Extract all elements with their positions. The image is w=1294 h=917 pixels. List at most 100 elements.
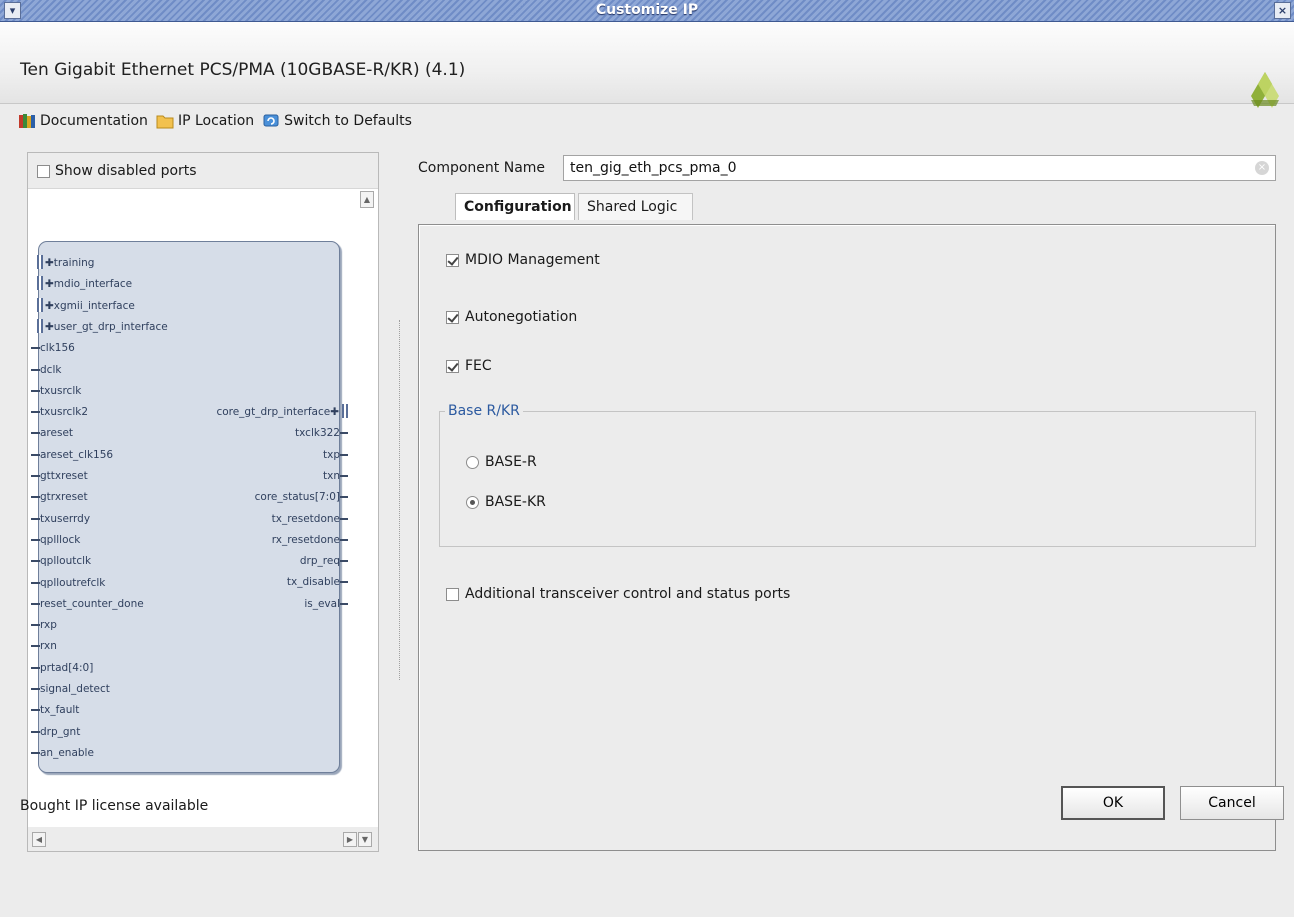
documentation-button[interactable]: Documentation: [18, 113, 148, 129]
panel-splitter[interactable]: [399, 320, 400, 680]
left-port-rxp: rxp: [40, 619, 57, 631]
left-port-qplloutclk: qplloutclk: [40, 555, 92, 567]
port-pin: [31, 709, 40, 711]
ip-location-button[interactable]: IP Location: [156, 113, 254, 129]
left-port-areset-clk156: areset_clk156: [40, 449, 114, 461]
checkbox-icon[interactable]: [37, 164, 50, 178]
books-icon: [19, 114, 35, 128]
mdio-management-checkbox[interactable]: MDIO Management: [446, 252, 600, 268]
mdio-management-label: MDIO Management: [465, 252, 600, 268]
window-title: Customize IP: [595, 2, 699, 18]
bus-port-marker: [37, 255, 43, 269]
left-port-signal-detect: signal_detect: [40, 683, 110, 695]
port-pin: [31, 518, 40, 520]
radio-selected-icon[interactable]: [466, 495, 479, 509]
checkbox-checked-icon[interactable]: [446, 253, 459, 267]
port-pin: [31, 539, 40, 541]
left-port-qplloutrefclk: qplloutrefclk: [40, 577, 106, 589]
base-rkr-group: [439, 411, 1256, 547]
port-pin: [340, 581, 348, 583]
left-port-clk156: clk156: [40, 342, 75, 354]
fec-label: FEC: [465, 358, 492, 374]
base-r-label: BASE-R: [485, 454, 537, 470]
port-pin: [340, 539, 348, 541]
left-port-txusrclk2: txusrclk2: [40, 406, 88, 418]
port-pin: [31, 688, 40, 690]
right-port-tx-resetdone: tx_resetdone: [271, 513, 340, 525]
base-r-radio[interactable]: BASE-R: [466, 454, 537, 470]
show-disabled-ports-label: Show disabled ports: [55, 163, 197, 179]
port-pin: [340, 560, 348, 562]
fec-checkbox[interactable]: FEC: [446, 358, 492, 374]
port-pin: [31, 432, 40, 434]
left-port-areset: areset: [40, 427, 74, 439]
right-port-core-status-7-0-: core_status[7:0]: [254, 491, 340, 503]
left-port-training: ✚training: [45, 257, 95, 269]
port-pin: [31, 454, 40, 456]
xilinx-logo-icon: [1251, 72, 1279, 108]
right-port-core-gt-drp-interface: core_gt_drp_interface✚: [216, 406, 339, 418]
scroll-right-button[interactable]: ▶: [343, 832, 357, 847]
clear-icon[interactable]: ×: [1255, 161, 1269, 175]
reset-icon: [263, 114, 279, 127]
port-pin: [31, 347, 40, 349]
port-pin: [340, 518, 348, 520]
radio-icon[interactable]: [466, 455, 479, 469]
port-pin: [31, 731, 40, 733]
left-port-txusrclk: txusrclk: [40, 385, 82, 397]
additional-transceiver-ports-label: Additional transceiver control and statu…: [465, 586, 791, 602]
base-kr-label: BASE-KR: [485, 494, 546, 510]
component-name-input[interactable]: [563, 155, 1276, 181]
bus-port-marker: [37, 276, 43, 290]
license-status: Bought IP license available: [20, 798, 209, 814]
port-pin: [340, 475, 348, 477]
port-pin: [31, 411, 40, 413]
left-port-xgmii-interface: ✚xgmii_interface: [45, 300, 135, 312]
port-pin: [31, 645, 40, 647]
horizontal-scrollbar[interactable]: ◀ ▶ ▼: [28, 827, 378, 851]
base-rkr-legend: Base R/KR: [445, 403, 523, 419]
ip-title: Ten Gigabit Ethernet PCS/PMA (10GBASE-R/…: [20, 60, 466, 80]
scroll-down-button[interactable]: ▼: [358, 832, 372, 847]
left-port-mdio-interface: ✚mdio_interface: [45, 278, 133, 290]
left-port-prtad-4-0-: prtad[4:0]: [40, 662, 94, 674]
checkbox-checked-icon[interactable]: [446, 310, 459, 324]
tab-shared-logic[interactable]: Shared Logic: [578, 193, 693, 220]
port-pin: [31, 667, 40, 669]
bus-port-marker: [37, 298, 43, 312]
port-pin: [31, 369, 40, 371]
port-pin: [340, 496, 348, 498]
checkbox-icon[interactable]: [446, 587, 459, 601]
right-port-txn: txn: [323, 470, 340, 482]
base-kr-radio[interactable]: BASE-KR: [466, 494, 546, 510]
checkbox-checked-icon[interactable]: [446, 359, 459, 373]
left-port-gttxreset: gttxreset: [40, 470, 88, 482]
autonegotiation-checkbox[interactable]: Autonegotiation: [446, 309, 577, 325]
scroll-up-button[interactable]: ▲: [360, 191, 374, 208]
left-port-dclk: dclk: [40, 364, 62, 376]
tab-configuration[interactable]: Configuration: [455, 193, 575, 220]
port-pin: [31, 560, 40, 562]
window-close-button[interactable]: ×: [1274, 2, 1291, 19]
port-pin: [31, 603, 40, 605]
port-pin: [340, 432, 348, 434]
symbol-panel-header: Show disabled ports: [28, 153, 378, 189]
documentation-label: Documentation: [40, 113, 148, 129]
switch-to-defaults-label: Switch to Defaults: [284, 113, 412, 129]
ok-button[interactable]: OK: [1061, 786, 1165, 820]
switch-to-defaults-button[interactable]: Switch to Defaults: [262, 113, 412, 129]
ip-header: Ten Gigabit Ethernet PCS/PMA (10GBASE-R/…: [0, 22, 1294, 108]
right-port-rx-resetdone: rx_resetdone: [271, 534, 340, 546]
bus-port-marker: [342, 404, 348, 418]
show-disabled-ports-checkbox[interactable]: Show disabled ports: [37, 163, 197, 179]
right-port-tx-disable: tx_disable: [286, 576, 340, 588]
scroll-left-button[interactable]: ◀: [32, 832, 46, 847]
ip-location-label: IP Location: [177, 113, 255, 129]
left-port-reset-counter-done: reset_counter_done: [40, 598, 144, 610]
port-pin: [340, 603, 348, 605]
cancel-button[interactable]: Cancel: [1180, 786, 1284, 820]
left-port-rxn: rxn: [40, 640, 57, 652]
additional-transceiver-ports-checkbox[interactable]: Additional transceiver control and statu…: [446, 586, 790, 602]
left-port-user-gt-drp-interface: ✚user_gt_drp_interface: [45, 321, 168, 333]
toolbar: Documentation IP Location Switch to Defa…: [18, 110, 416, 132]
